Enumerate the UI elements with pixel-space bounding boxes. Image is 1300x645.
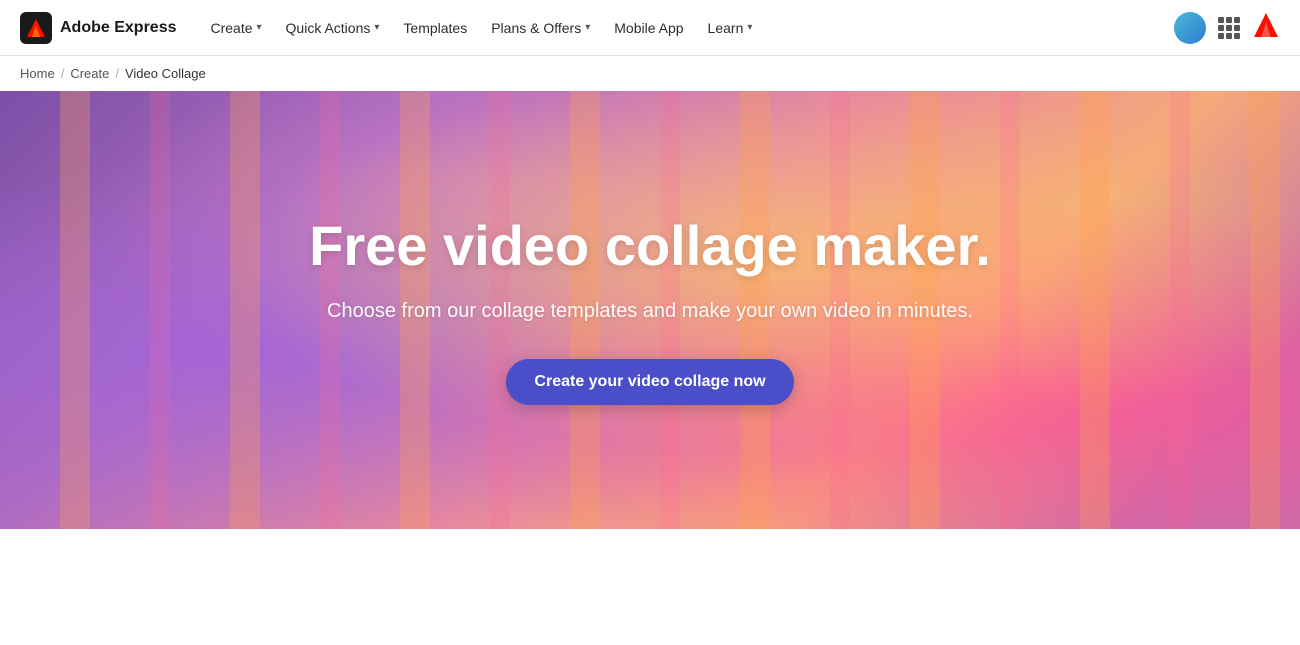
- chevron-down-icon: ▾: [747, 22, 752, 33]
- breadcrumb-sep-1: /: [61, 66, 65, 81]
- hero-subtitle: Choose from our collage templates and ma…: [309, 300, 991, 323]
- logo-text: Adobe Express: [60, 19, 176, 37]
- navbar: Adobe Express Create ▾ Quick Actions ▾ T…: [0, 0, 1300, 56]
- nav-quick-actions[interactable]: Quick Actions ▾: [276, 14, 390, 42]
- nav-right: [1174, 11, 1280, 45]
- adobe-logo-icon[interactable]: [1252, 11, 1280, 45]
- hero-content: Free video collage maker. Choose from ou…: [289, 195, 1011, 426]
- apps-grid-icon[interactable]: [1218, 17, 1240, 39]
- below-hero-section: [0, 529, 1300, 629]
- nav-plans-offers[interactable]: Plans & Offers ▾: [481, 14, 600, 42]
- chevron-down-icon: ▾: [585, 22, 590, 33]
- nav-learn[interactable]: Learn ▾: [698, 14, 763, 42]
- breadcrumb-create[interactable]: Create: [70, 66, 109, 81]
- avatar[interactable]: [1174, 12, 1206, 44]
- breadcrumb: Home / Create / Video Collage: [0, 56, 1300, 91]
- hero-title: Free video collage maker.: [309, 215, 991, 277]
- nav-links: Create ▾ Quick Actions ▾ Templates Plans…: [200, 14, 1174, 42]
- create-collage-button[interactable]: Create your video collage now: [506, 359, 793, 405]
- chevron-down-icon: ▾: [257, 22, 262, 33]
- nav-templates[interactable]: Templates: [393, 14, 477, 42]
- breadcrumb-current: Video Collage: [125, 66, 206, 81]
- chevron-down-icon: ▾: [374, 22, 379, 33]
- nav-create[interactable]: Create ▾: [200, 14, 271, 42]
- breadcrumb-home[interactable]: Home: [20, 66, 55, 81]
- breadcrumb-sep-2: /: [115, 66, 119, 81]
- logo-icon: [20, 12, 52, 44]
- logo-link[interactable]: Adobe Express: [20, 12, 176, 44]
- nav-mobile-app[interactable]: Mobile App: [604, 14, 693, 42]
- hero-section: Free video collage maker. Choose from ou…: [0, 91, 1300, 529]
